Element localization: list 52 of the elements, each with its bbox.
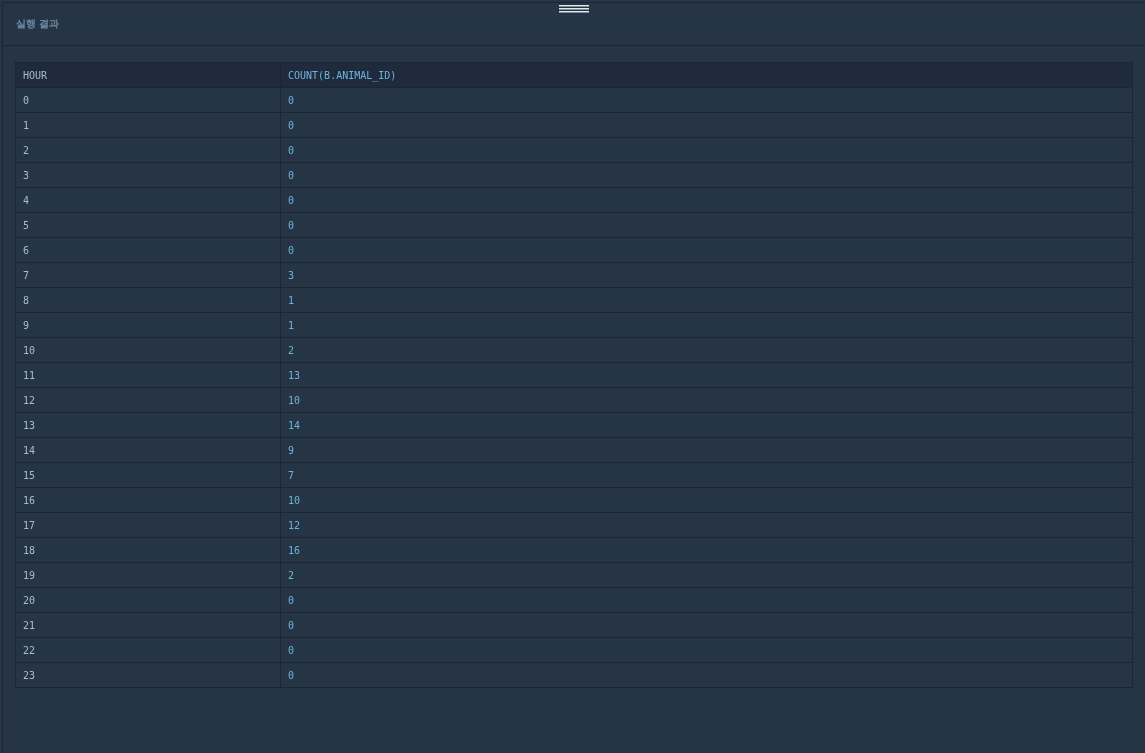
table-cell: 10 xyxy=(280,487,1133,513)
table-cell: 4 xyxy=(15,187,281,213)
table-cell: 6 xyxy=(15,237,281,263)
table-cell: 2 xyxy=(280,337,1133,363)
table-cell: 23 xyxy=(15,662,281,688)
table-cell: 5 xyxy=(15,212,281,238)
table-cell: 10 xyxy=(15,337,281,363)
table-cell: 11 xyxy=(15,362,281,388)
table-cell: 0 xyxy=(280,162,1133,188)
table-cell: 3 xyxy=(15,162,281,188)
table-cell: 15 xyxy=(15,462,281,488)
table-cell: 0 xyxy=(280,87,1133,113)
table-cell: 13 xyxy=(15,412,281,438)
table-cell: 0 xyxy=(280,237,1133,263)
table-cell: 1 xyxy=(280,312,1133,338)
table-cell: 2 xyxy=(15,137,281,163)
table-cell: 13 xyxy=(280,362,1133,388)
table-cell: 1 xyxy=(280,287,1133,313)
table-cell: 0 xyxy=(280,212,1133,238)
table-cell: 3 xyxy=(280,262,1133,288)
table-cell: 18 xyxy=(15,537,281,563)
table-cell: 10 xyxy=(280,387,1133,413)
table-cell: 14 xyxy=(15,437,281,463)
table-cell: 17 xyxy=(15,512,281,538)
table-cell: 0 xyxy=(280,187,1133,213)
table-cell: 19 xyxy=(15,562,281,588)
drag-handle-icon[interactable] xyxy=(559,5,589,13)
table-cell: 2 xyxy=(280,562,1133,588)
table-cell: 14 xyxy=(280,412,1133,438)
table-cell: 0 xyxy=(280,662,1133,688)
column-header: COUNT(B.ANIMAL_ID) xyxy=(280,62,1133,88)
table-cell: 9 xyxy=(280,437,1133,463)
table-cell: 16 xyxy=(280,537,1133,563)
table-cell: 0 xyxy=(280,587,1133,613)
table-cell: 0 xyxy=(15,87,281,113)
table-cell: 7 xyxy=(15,262,281,288)
table-cell: 16 xyxy=(15,487,281,513)
table-cell: 12 xyxy=(15,387,281,413)
panel-title: 실행 결과 xyxy=(16,17,60,31)
column-header: HOUR xyxy=(15,62,281,88)
table-cell: 1 xyxy=(15,112,281,138)
table-cell: 20 xyxy=(15,587,281,613)
table-cell: 0 xyxy=(280,637,1133,663)
table-cell: 9 xyxy=(15,312,281,338)
table-cell: 8 xyxy=(15,287,281,313)
table-cell: 0 xyxy=(280,612,1133,638)
table-cell: 7 xyxy=(280,462,1133,488)
table-cell: 22 xyxy=(15,637,281,663)
table-cell: 0 xyxy=(280,137,1133,163)
table-cell: 21 xyxy=(15,612,281,638)
table-cell: 0 xyxy=(280,112,1133,138)
table-cell: 12 xyxy=(280,512,1133,538)
